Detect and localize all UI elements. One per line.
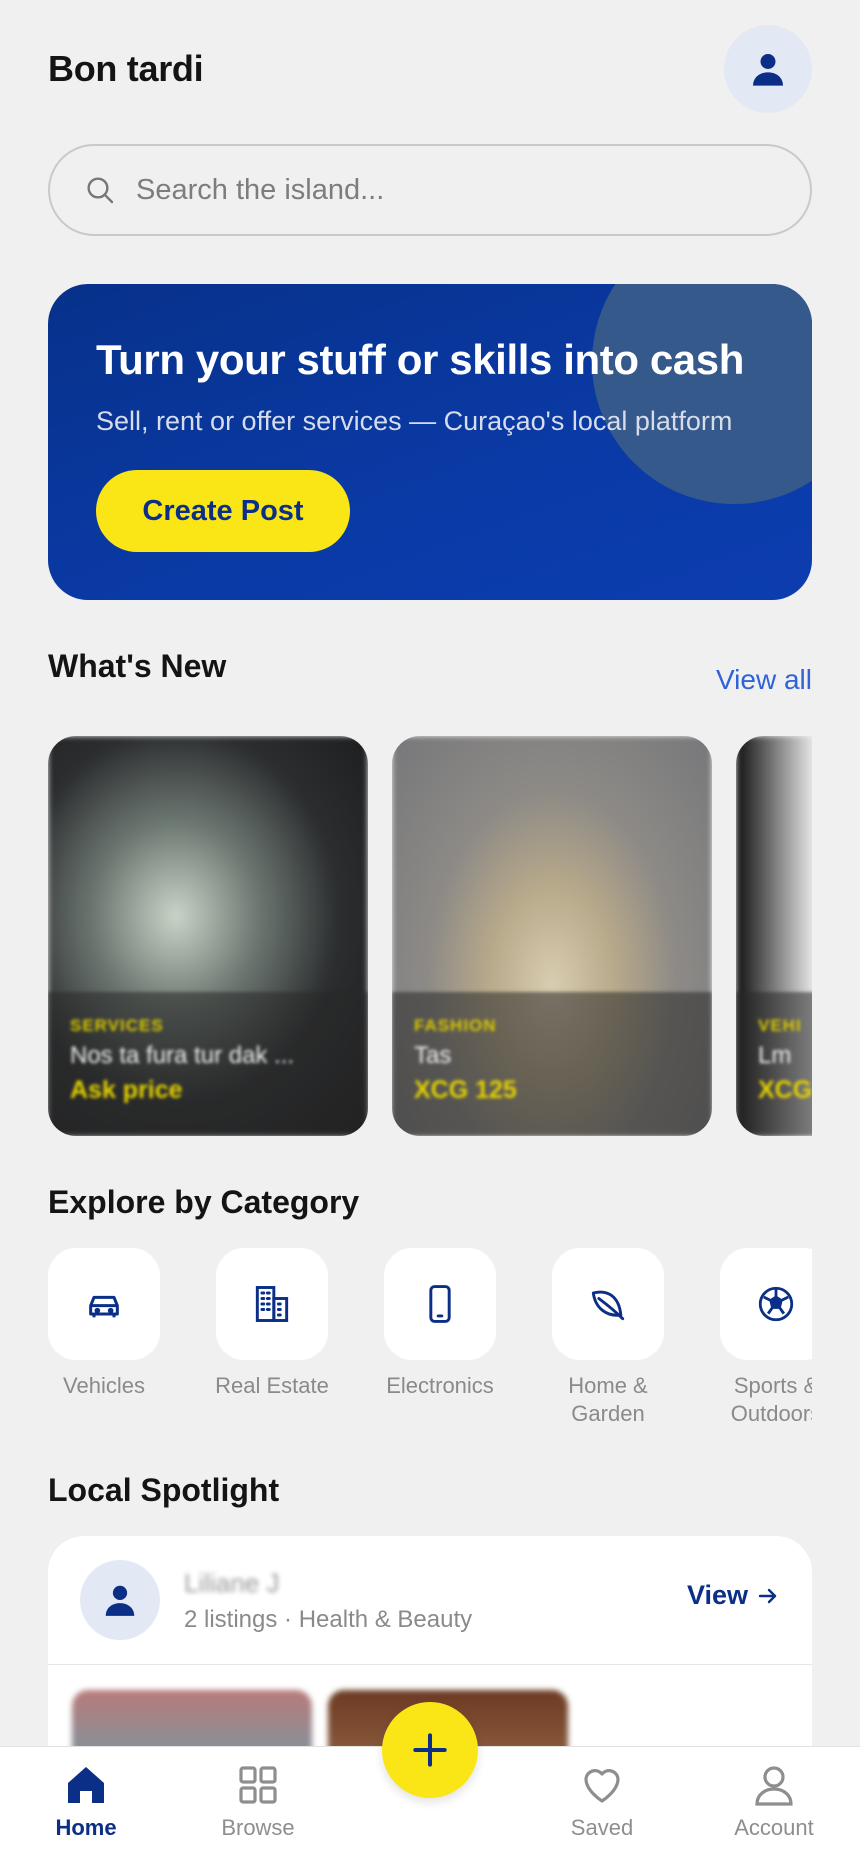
greeting-title: Bon tardi — [48, 48, 204, 89]
phone-icon — [429, 1285, 451, 1323]
search-input[interactable] — [136, 173, 756, 207]
listing-title: Tas — [414, 1042, 452, 1069]
hero-title: Turn your stuff or skills into cash — [96, 336, 744, 383]
category-label: Electronics — [386, 1373, 494, 1398]
heart-icon — [584, 1769, 620, 1803]
hero-subtitle: Sell, rent or offer services — Curaçao's… — [96, 406, 733, 436]
hero-banner: Turn your stuff or skills into cash Sell… — [48, 284, 812, 600]
category-tile — [384, 1248, 496, 1360]
listing-info: FASHION Tas XCG 125 — [392, 992, 712, 1136]
create-post-fab[interactable] — [382, 1702, 478, 1798]
listing-info: SERVICES Nos ta fura tur dak ... Ask pri… — [48, 992, 368, 1136]
user-icon — [105, 1585, 135, 1616]
view-all-link[interactable]: View all — [716, 664, 812, 696]
listing-card[interactable]: FASHION Tas XCG 125 — [392, 736, 712, 1136]
nav-browse[interactable]: Browse — [188, 1761, 328, 1841]
category-label: Home & Garden — [568, 1373, 648, 1426]
listing-price: Ask price — [70, 1076, 183, 1104]
spotlight-title: Local Spotlight — [48, 1472, 280, 1508]
listing-price: XCG 125 — [414, 1076, 517, 1104]
search-icon — [87, 177, 114, 204]
divider — [48, 1664, 812, 1665]
listing-title: Lm — [758, 1042, 792, 1069]
category-tile — [720, 1248, 812, 1360]
car-icon — [89, 1295, 119, 1318]
profile-avatar-button[interactable] — [724, 25, 812, 113]
account-icon — [755, 1766, 793, 1806]
create-post-button[interactable]: Create Post — [96, 470, 350, 552]
user-icon — [753, 54, 783, 86]
whats-new-title: What's New — [48, 648, 227, 684]
seller-avatar — [80, 1560, 160, 1640]
category-real-estate[interactable]: Real Estate — [202, 1248, 342, 1400]
listing-price: XCG — [758, 1076, 812, 1104]
arrow-right-icon — [758, 1588, 777, 1603]
nav-label: Browse — [221, 1815, 295, 1840]
home-icon — [68, 1767, 104, 1803]
category-electronics[interactable]: Electronics — [370, 1248, 510, 1400]
category-label: Vehicles — [63, 1373, 145, 1398]
plus-icon — [413, 1733, 447, 1767]
category-list: Vehicles Real Estate Electronics Home & … — [48, 1248, 812, 1438]
search-bar[interactable] — [48, 144, 812, 236]
nav-label: Home — [55, 1815, 117, 1840]
nav-label: Account — [734, 1815, 814, 1840]
listing-card[interactable]: VEHI Lm XCG — [736, 736, 812, 1136]
grid-icon — [239, 1766, 277, 1804]
ball-icon — [758, 1286, 794, 1322]
nav-label: Saved — [570, 1815, 634, 1840]
listing-title: Nos ta fura tur dak ... — [70, 1042, 295, 1069]
building-icon — [255, 1286, 289, 1322]
listing-category: SERVICES — [70, 1016, 164, 1035]
nav-home[interactable]: Home — [16, 1761, 156, 1841]
categories-title: Explore by Category — [48, 1184, 360, 1220]
category-sports[interactable]: Sports & Outdoors — [706, 1248, 812, 1428]
leaf-icon — [591, 1290, 625, 1321]
view-seller-button[interactable]: View — [687, 1580, 780, 1611]
hero-decoration — [592, 284, 812, 504]
category-home-garden[interactable]: Home & Garden — [538, 1248, 678, 1428]
listing-category: FASHION — [414, 1016, 497, 1035]
category-tile — [552, 1248, 664, 1360]
category-tile — [48, 1248, 160, 1360]
category-vehicles[interactable]: Vehicles — [48, 1248, 174, 1400]
seller-name: Liliane J — [184, 1568, 280, 1598]
category-label: Sports & Outdoors — [730, 1373, 812, 1426]
category-tile — [216, 1248, 328, 1360]
view-label: View — [686, 1580, 748, 1610]
nav-saved[interactable]: Saved — [532, 1761, 672, 1841]
nav-account[interactable]: Account — [704, 1761, 844, 1841]
listing-info: VEHI Lm XCG — [736, 992, 812, 1136]
header: Bon tardi — [48, 24, 812, 114]
listing-card[interactable]: SERVICES Nos ta fura tur dak ... Ask pri… — [48, 736, 368, 1136]
category-label: Real Estate — [215, 1373, 329, 1398]
whats-new-carousel: SERVICES Nos ta fura tur dak ... Ask pri… — [48, 736, 812, 1136]
listing-category: VEHI — [758, 1016, 802, 1035]
seller-meta: 2 listings · Health & Beauty — [184, 1606, 473, 1633]
